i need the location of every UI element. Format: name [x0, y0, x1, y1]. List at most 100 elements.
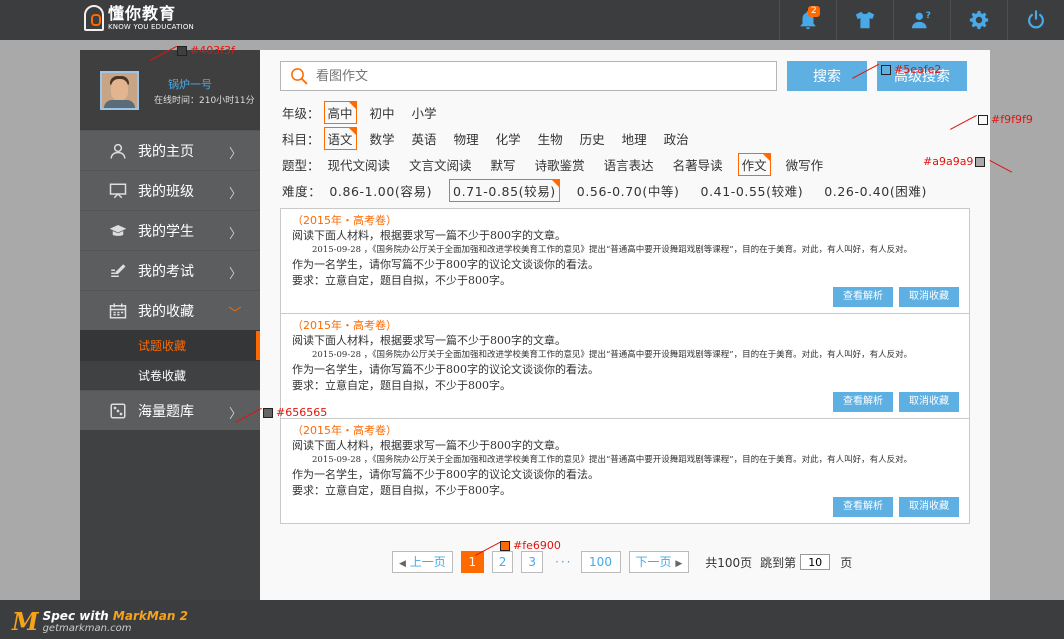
help-button[interactable]: ?	[893, 0, 950, 40]
filter-option[interactable]: 物理	[450, 127, 483, 150]
page-button[interactable]: 2	[491, 551, 514, 573]
logout-button[interactable]	[1007, 0, 1064, 40]
page-ellipsis: ···	[555, 555, 573, 569]
color-swatch	[881, 64, 891, 75]
search-input[interactable]	[316, 68, 756, 84]
logo-icon	[84, 5, 104, 31]
graduation-cap-icon	[108, 221, 128, 241]
avatar[interactable]	[100, 71, 139, 110]
filter-option[interactable]: 小学	[408, 101, 441, 124]
cancel-favorite-button[interactable]: 取消收藏	[899, 497, 959, 517]
notification-badge: 2	[808, 6, 820, 17]
color-annotation: #a9a9a9	[923, 155, 988, 168]
question-card: （2015年・高考卷） 阅读下面人材料，根据要求写一篇不少于800字的文章。 2…	[281, 209, 969, 314]
color-swatch	[978, 114, 988, 125]
difficulty-filter: 难度： 0.86-1.00(容易) 0.71-0.85(较易) 0.56-0.7…	[282, 178, 944, 202]
page-button-last[interactable]: 100	[580, 551, 621, 573]
filter-option[interactable]: 文言文阅读	[405, 153, 476, 176]
skin-button[interactable]	[836, 0, 893, 40]
chevron-right-icon: 〉	[228, 147, 242, 162]
spec-with-label: Spec with	[42, 608, 109, 623]
sidebar-item-label: 我的收藏	[138, 303, 194, 320]
jump-label: 跳到第	[760, 555, 797, 570]
question-text: 阅读下面人材料，根据要求写一篇不少于800字的文章。	[292, 334, 566, 347]
main-panel: 搜索 高级搜索 年级： 高中 初中 小学 科目： 语文 数学 英语 物理 化学 …	[260, 50, 990, 600]
sidebar-subitem-paper-favorites[interactable]: 试卷收藏	[80, 360, 260, 390]
footer: M Spec with MarkMan 2 getmarkman.com	[0, 600, 1064, 639]
logo-subtitle: KNOW YOU EDUCATION	[108, 23, 194, 31]
notification-button[interactable]: 2	[779, 0, 836, 40]
page-button[interactable]: 3	[521, 551, 544, 573]
filter-option[interactable]: 初中	[366, 101, 399, 124]
profile-panel: 锅炉一号 在线时间：210小时11分	[80, 50, 260, 130]
sidebar-item-favorites[interactable]: 我的收藏 〉	[80, 290, 260, 330]
filter-option[interactable]: 微写作	[782, 153, 828, 176]
cancel-favorite-button[interactable]: 取消收藏	[899, 392, 959, 412]
filter-option[interactable]: 英语	[408, 127, 441, 150]
filter-option[interactable]: 默写	[487, 153, 520, 176]
view-analysis-button[interactable]: 查看解析	[833, 497, 893, 517]
calendar-icon	[108, 301, 128, 321]
question-list: （2015年・高考卷） 阅读下面人材料，根据要求写一篇不少于800字的文章。 2…	[280, 208, 970, 524]
cancel-favorite-button[interactable]: 取消收藏	[899, 287, 959, 307]
sidebar-item-home[interactable]: 我的主页 〉	[80, 130, 260, 170]
filter-option[interactable]: 诗歌鉴赏	[531, 153, 589, 176]
filter-option[interactable]: 0.26-0.40(困难)	[820, 179, 931, 202]
markman-icon: M	[12, 607, 39, 636]
question-text: 作为一名学生，请你写篇不少于800字的议论文谈谈你的看法。	[292, 363, 599, 376]
filter-option[interactable]: 0.56-0.70(中等)	[573, 179, 684, 202]
markman-logo: M Spec with MarkMan 2 getmarkman.com	[12, 607, 188, 636]
search-box[interactable]	[280, 61, 777, 91]
question-source: （2015年・高考卷）	[292, 424, 397, 437]
view-analysis-button[interactable]: 查看解析	[833, 392, 893, 412]
markman-label: MarkMan 2	[112, 608, 188, 623]
sidebar-item-students[interactable]: 我的学生 〉	[80, 210, 260, 250]
user-help-icon: ?	[911, 10, 931, 29]
top-bar: 懂你教育 KNOW YOU EDUCATION 2 ?	[0, 0, 1064, 40]
color-annotation: #fe6900	[500, 539, 561, 552]
filter-option[interactable]: 高中	[323, 100, 357, 124]
user-name[interactable]: 锅炉一号	[168, 76, 212, 92]
settings-button[interactable]	[950, 0, 1007, 40]
question-material: 2015-09-28 ，《国务院办公厅关于全面加强和改进学校美育工作的意见》提出…	[312, 245, 913, 255]
color-annotation: #403f3f	[177, 44, 235, 57]
filter-option[interactable]: 作文	[737, 152, 771, 176]
sidebar-item-question-bank[interactable]: 海量题库 〉	[80, 390, 260, 430]
filter-option[interactable]: 0.71-0.85(较易)	[449, 178, 560, 202]
filter-option[interactable]: 现代文阅读	[324, 153, 395, 176]
jump-page-input[interactable]	[800, 554, 831, 570]
color-annotation: #f9f9f9	[978, 113, 1033, 126]
filter-option[interactable]: 化学	[492, 127, 525, 150]
filter-label: 科目：	[282, 131, 320, 147]
filter-option[interactable]: 0.41-0.55(较难)	[697, 179, 808, 202]
filter-option[interactable]: 生物	[534, 127, 567, 150]
filter-label: 年级：	[282, 105, 320, 121]
question-text: 作为一名学生，请你写篇不少于800字的议论文谈谈你的看法。	[292, 258, 599, 271]
chevron-right-icon: 〉	[228, 227, 242, 242]
view-analysis-button[interactable]: 查看解析	[833, 287, 893, 307]
filter-option[interactable]: 地理	[618, 127, 651, 150]
next-page-button[interactable]: 下一页 ▶	[628, 551, 690, 573]
filter-option[interactable]: 0.86-1.00(容易)	[325, 179, 436, 202]
chevron-down-icon: 〉	[225, 305, 241, 320]
sidebar-item-class[interactable]: 我的班级 〉	[80, 170, 260, 210]
sidebar-item-label: 我的主页	[138, 143, 194, 160]
sidebar: 锅炉一号 在线时间：210小时11分 我的主页 〉 我的班级 〉 我的学生 〉 …	[80, 50, 260, 600]
filter-option[interactable]: 语言表达	[600, 153, 658, 176]
filter-option[interactable]: 数学	[366, 127, 399, 150]
sidebar-item-label: 我的班级	[138, 183, 194, 200]
sidebar-subitem-question-favorites[interactable]: 试题收藏	[80, 330, 260, 361]
exam-pen-icon	[108, 261, 128, 281]
logo[interactable]: 懂你教育 KNOW YOU EDUCATION	[84, 5, 194, 31]
sidebar-item-exams[interactable]: 我的考试 〉	[80, 250, 260, 290]
filter-option[interactable]: 名著导读	[669, 153, 727, 176]
question-text: 阅读下面人材料，根据要求写一篇不少于800字的文章。	[292, 229, 566, 242]
filter-option[interactable]: 历史	[576, 127, 609, 150]
prev-page-button[interactable]: ◀ 上一页	[392, 551, 453, 573]
caret-left-icon: ◀	[399, 559, 406, 569]
filter-option[interactable]: 政治	[660, 127, 693, 150]
page-button-current[interactable]: 1	[460, 551, 484, 573]
question-material: 2015-09-28 ，《国务院办公厅关于全面加强和改进学校美育工作的意见》提出…	[312, 455, 913, 465]
filter-option[interactable]: 语文	[323, 126, 357, 150]
question-text: 作为一名学生，请你写篇不少于800字的议论文谈谈你的看法。	[292, 468, 599, 481]
